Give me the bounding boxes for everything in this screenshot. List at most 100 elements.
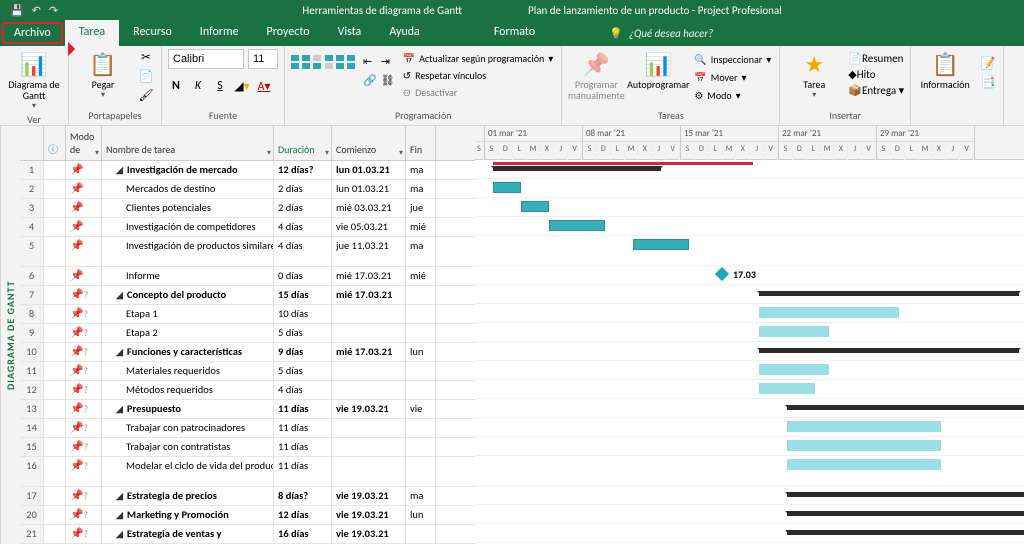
table-row[interactable]: 12📌?Métodos requeridos4 días [20, 381, 475, 400]
table-row[interactable]: 1📌◢Investigación de mercado12 días?lun 0… [20, 161, 475, 180]
gantt-bar[interactable] [633, 239, 689, 250]
gantt-row[interactable] [475, 285, 1024, 304]
insert-task-button[interactable]: ★ Tarea ▾ [786, 49, 842, 100]
indent-right-icon[interactable]: ⇥ [381, 55, 395, 68]
gantt-row[interactable] [475, 160, 1024, 179]
redo-icon[interactable]: ↷ [49, 4, 58, 17]
font-name-select[interactable] [168, 49, 244, 69]
gantt-bar[interactable] [759, 348, 1019, 353]
copy-icon[interactable]: 📄 [137, 68, 155, 84]
deactivate-button[interactable]: ⊝Desactivar [401, 85, 556, 100]
update-button[interactable]: 📅Actualizar según programación ▾ [401, 51, 556, 66]
gantt-row[interactable] [475, 486, 1024, 505]
gantt-bar[interactable] [759, 291, 1019, 296]
tab-report[interactable]: Informe [186, 20, 253, 46]
gantt-bar[interactable] [549, 220, 605, 231]
gantt-bar[interactable] [787, 440, 941, 451]
gantt-bar[interactable] [759, 307, 899, 318]
respect-links-button[interactable]: ↺Respetar vínculos [401, 68, 556, 83]
gantt-row[interactable] [475, 418, 1024, 437]
format-painter-icon[interactable]: 🖌 [137, 87, 155, 103]
ganttchart-button[interactable]: 📊 Diagrama de Gantt ▾ [6, 49, 62, 111]
paste-button[interactable]: 📋 Pegar ▾ [75, 49, 131, 100]
tab-task[interactable]: Tarea [65, 20, 119, 46]
col-finish[interactable]: Fin [406, 126, 436, 160]
gantt-row[interactable] [475, 456, 1024, 486]
gantt-bar[interactable] [493, 166, 661, 171]
tab-view[interactable]: Vista [324, 20, 376, 46]
gantt-row[interactable] [475, 323, 1024, 342]
gantt-row[interactable] [475, 217, 1024, 236]
move-button[interactable]: 📅Mover ▾ [692, 70, 773, 85]
gantt-bar[interactable] [787, 421, 941, 432]
gantt-bar[interactable] [759, 383, 815, 394]
gantt-bar[interactable] [787, 459, 941, 470]
tab-file[interactable]: Archivo [2, 22, 63, 44]
col-rownum[interactable] [20, 126, 44, 160]
table-row[interactable]: 13📌?◢Presupuesto11 díasvie 19.03.21vie [20, 400, 475, 419]
link-icon[interactable]: 🔗 [363, 74, 377, 87]
col-name[interactable]: Nombre de tarea▾ [102, 126, 274, 160]
table-row[interactable]: 8📌?Etapa 110 días [20, 305, 475, 324]
gantt-bar[interactable] [759, 364, 829, 375]
gantt-row[interactable] [475, 342, 1024, 361]
milestone-button[interactable]: ◆Hito [848, 68, 904, 81]
table-row[interactable]: 7📌?◢Concepto del producto15 díasmié 17.0… [20, 286, 475, 305]
table-row[interactable]: 16📌?Modelar el ciclo de vida del product… [20, 457, 475, 487]
table-row[interactable]: 9📌?Etapa 25 días [20, 324, 475, 343]
save-icon[interactable]: 💾 [10, 4, 24, 17]
col-start[interactable]: Comienzo▾ [332, 126, 406, 160]
gantt-bar[interactable] [787, 511, 1024, 516]
cut-icon[interactable]: ✂ [137, 49, 155, 65]
tellme-search[interactable]: 💡 ¿Qué desea hacer? [595, 20, 727, 46]
table-row[interactable]: 3📌Clientes potenciales2 díasmié 03.03.21… [20, 199, 475, 218]
gantt-row[interactable] [475, 361, 1024, 380]
font-size-select[interactable] [248, 49, 278, 69]
unlink-icon[interactable]: ⛓ [381, 74, 395, 87]
gantt-row[interactable] [475, 399, 1024, 418]
gantt-bar[interactable] [787, 492, 1024, 497]
table-row[interactable]: 15📌?Trabajar con contratistas11 días [20, 438, 475, 457]
table-row[interactable]: 11📌?Materiales requeridos5 días [20, 362, 475, 381]
col-mode[interactable]: Modo de▾ [66, 126, 102, 160]
table-row[interactable]: 17📌?◢Estrategia de precios8 días?vie 19.… [20, 487, 475, 506]
gantt-bar[interactable] [787, 405, 1024, 410]
view-label-sidebar[interactable]: DIAGRAMA DE GANTT [0, 126, 20, 544]
table-row[interactable]: 2📌Mercados de destino2 díaslun 01.03.21m… [20, 180, 475, 199]
percent-complete-buttons[interactable]: ⇤ 🔗 ⇥ ⛓ [291, 49, 395, 87]
gantt-bar[interactable] [759, 326, 829, 337]
gantt-bar[interactable] [787, 530, 1024, 535]
gantt-row[interactable] [475, 380, 1024, 399]
undo-icon[interactable]: ↶ [32, 4, 41, 17]
bold-button[interactable]: N [168, 79, 184, 94]
tab-help[interactable]: Ayuda [375, 20, 434, 46]
table-row[interactable]: 14📌?Trabajar con patrocinadores11 días [20, 419, 475, 438]
notes-icon[interactable]: 📝 [979, 55, 997, 71]
italic-button[interactable]: K [190, 79, 206, 94]
gantt-bar[interactable] [493, 182, 521, 193]
table-row[interactable]: 10📌?◢Funciones y características9 díasmi… [20, 343, 475, 362]
gantt-chart[interactable]: S01 mar '21SDLMXJV08 mar '21SDLMXJV15 ma… [475, 126, 1024, 544]
gantt-row[interactable] [475, 304, 1024, 323]
indent-left-icon[interactable]: ⇤ [363, 55, 377, 68]
gantt-row[interactable] [475, 437, 1024, 456]
underline-button[interactable]: S [212, 79, 228, 94]
gantt-row[interactable] [475, 505, 1024, 524]
manual-schedule-button[interactable]: 📌 Programar manualmente [568, 49, 624, 101]
font-color-icon[interactable]: A▾ [256, 79, 272, 94]
gantt-row[interactable] [475, 236, 1024, 266]
table-row[interactable]: 4📌Investigación de competidores4 díasvie… [20, 218, 475, 237]
gantt-row[interactable] [475, 524, 1024, 543]
fill-color-icon[interactable]: ◢▾ [234, 79, 250, 94]
summary-button[interactable]: 📄Resumen [848, 52, 904, 65]
tab-project[interactable]: Proyecto [253, 20, 324, 46]
table-row[interactable]: 21📌?◢Estrategia de ventas y16 díasvie 19… [20, 525, 475, 544]
table-row[interactable]: 5📌Investigación de productos similares4 … [20, 237, 475, 267]
deliverable-button[interactable]: 📦Entrega ▾ [848, 84, 904, 97]
inspect-button[interactable]: 🔍Inspeccionar ▾ [692, 52, 773, 67]
table-row[interactable]: 6📌Informe0 díasmié 17.03.21mié [20, 267, 475, 286]
gantt-milestone[interactable] [715, 267, 729, 281]
details-icon[interactable]: 📑 [979, 74, 997, 90]
tab-format[interactable]: Formato [474, 20, 555, 46]
gantt-row[interactable]: 17.03 [475, 266, 1024, 285]
